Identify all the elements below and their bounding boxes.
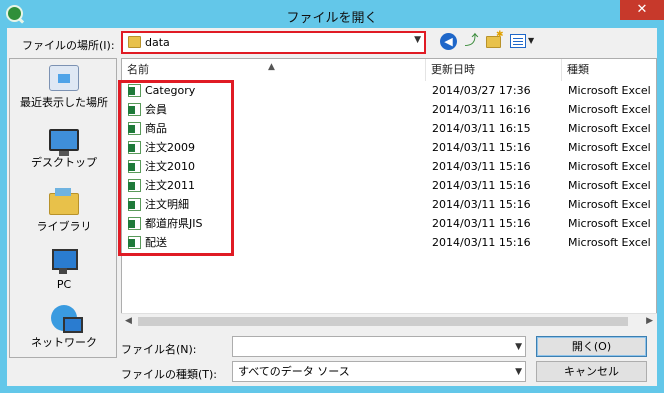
view-menu-chevron-icon[interactable]: ▼ bbox=[528, 36, 534, 45]
filename-label: ファイル名(N): bbox=[121, 343, 197, 356]
filetype-value: すべてのデータ ソース bbox=[238, 365, 350, 378]
filetype-label: ファイルの種類(T): bbox=[121, 368, 218, 381]
title-bar: ファイルを開く ✕ bbox=[0, 0, 664, 28]
file-date: 2014/03/11 16:16 bbox=[432, 103, 531, 116]
column-header-label: 名前 bbox=[127, 63, 149, 76]
open-button[interactable]: 開く(O) bbox=[536, 336, 647, 357]
sort-ascending-icon: ▲ bbox=[268, 62, 275, 72]
back-icon[interactable]: ◀ bbox=[440, 33, 457, 50]
library-icon bbox=[49, 188, 79, 215]
column-header-name[interactable]: 名前 ▲ bbox=[122, 59, 426, 81]
desktop-icon bbox=[49, 129, 79, 156]
place-recent[interactable]: 最近表示した場所 bbox=[10, 65, 118, 110]
place-label: PC bbox=[56, 278, 72, 291]
new-folder-star-icon: ✱ bbox=[496, 30, 504, 40]
file-type: Microsoft Excel bbox=[568, 84, 651, 97]
file-date: 2014/03/11 15:16 bbox=[432, 179, 531, 192]
place-library[interactable]: ライブラリ bbox=[10, 188, 118, 234]
place-label: ライブラリ bbox=[36, 220, 92, 233]
file-type: Microsoft Excel bbox=[568, 103, 651, 116]
scroll-thumb[interactable] bbox=[138, 317, 628, 326]
location-combo[interactable]: data ▼ bbox=[121, 31, 426, 54]
highlight-box bbox=[118, 80, 234, 256]
chevron-down-icon[interactable]: ▼ bbox=[414, 35, 421, 45]
chevron-down-icon[interactable]: ▼ bbox=[515, 363, 522, 382]
place-network[interactable]: ネットワーク bbox=[10, 305, 118, 350]
column-header-date[interactable]: 更新日時 bbox=[426, 59, 562, 81]
recent-places-icon bbox=[49, 65, 79, 91]
place-pc[interactable]: PC bbox=[10, 249, 118, 291]
place-label: 最近表示した場所 bbox=[20, 96, 108, 109]
network-icon bbox=[51, 305, 83, 333]
location-value: data bbox=[145, 36, 170, 49]
dialog-title: ファイルを開く bbox=[286, 11, 378, 26]
file-date: 2014/03/11 15:16 bbox=[432, 160, 531, 173]
column-header-type[interactable]: 種類 bbox=[562, 59, 656, 81]
close-button[interactable]: ✕ bbox=[620, 0, 664, 20]
view-menu-icon[interactable] bbox=[510, 34, 526, 48]
file-date: 2014/03/11 15:16 bbox=[432, 236, 531, 249]
file-type: Microsoft Excel bbox=[568, 122, 651, 135]
file-date: 2014/03/27 17:36 bbox=[432, 84, 531, 97]
filetype-select[interactable]: すべてのデータ ソース ▼ bbox=[232, 361, 526, 382]
scroll-left-icon[interactable]: ◀ bbox=[125, 316, 132, 326]
file-type: Microsoft Excel bbox=[568, 179, 651, 192]
location-label: ファイルの場所(I): bbox=[22, 39, 115, 52]
open-file-dialog: ファイルを開く ✕ ファイルの場所(I): data ▼ ◀ ⤴ ✱ ▼ 最近表… bbox=[0, 0, 664, 393]
file-date: 2014/03/11 15:16 bbox=[432, 198, 531, 211]
place-label: デスクトップ bbox=[31, 156, 97, 169]
file-date: 2014/03/11 16:15 bbox=[432, 122, 531, 135]
scroll-right-icon[interactable]: ▶ bbox=[646, 316, 653, 326]
file-type: Microsoft Excel bbox=[568, 141, 651, 154]
horizontal-scrollbar[interactable]: ◀ ▶ bbox=[121, 313, 657, 328]
file-type: Microsoft Excel bbox=[568, 217, 651, 230]
file-type: Microsoft Excel bbox=[568, 236, 651, 249]
filename-input[interactable]: ▼ bbox=[232, 336, 526, 357]
up-folder-icon[interactable]: ⤴ bbox=[463, 33, 480, 50]
places-bar: 最近表示した場所 デスクトップ ライブラリ PC ネットワーク bbox=[9, 58, 117, 358]
pc-icon bbox=[50, 249, 78, 275]
place-desktop[interactable]: デスクトップ bbox=[10, 129, 118, 170]
file-date: 2014/03/11 15:16 bbox=[432, 217, 531, 230]
cancel-button[interactable]: キャンセル bbox=[536, 361, 647, 382]
folder-icon bbox=[128, 36, 141, 48]
file-date: 2014/03/11 15:16 bbox=[432, 141, 531, 154]
file-type: Microsoft Excel bbox=[568, 160, 651, 173]
file-type: Microsoft Excel bbox=[568, 198, 651, 211]
chevron-down-icon[interactable]: ▼ bbox=[515, 338, 522, 357]
place-label: ネットワーク bbox=[31, 336, 97, 349]
